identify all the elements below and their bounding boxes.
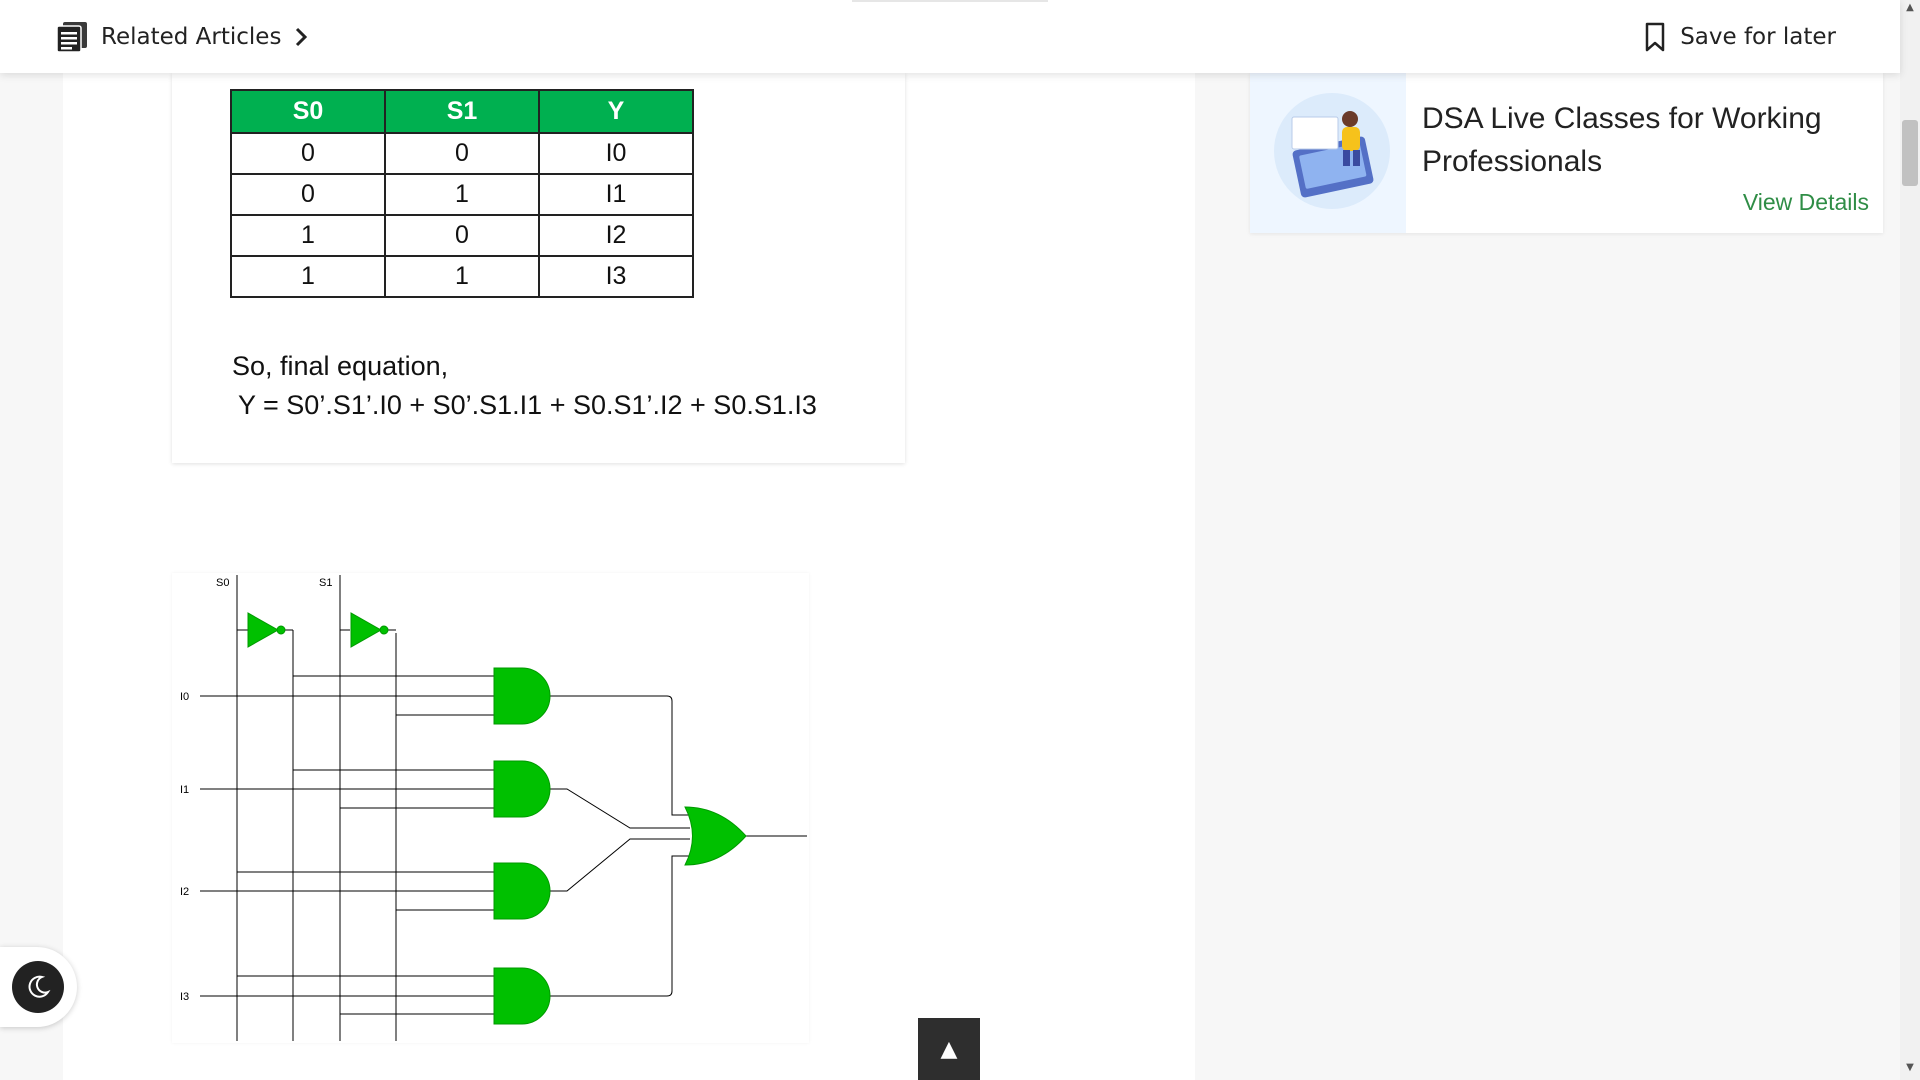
truth-table-image: S0 S1 Y 0 0 I0 0 1 I1 1 0 I2 1 1 I3 So, … [172, 73, 905, 463]
mux-circuit-image: S0 S1 I0 I1 I2 I3 [172, 573, 809, 1043]
course-thumbnail [1250, 73, 1406, 233]
table-cell: 0 [384, 214, 540, 257]
table-row: 1 0 I2 [230, 214, 694, 257]
not-gate-s0 [247, 612, 280, 648]
logic-gates [247, 612, 747, 1025]
and-gate-1 [493, 760, 551, 818]
truth-table-header-row: S0 S1 Y [230, 89, 694, 134]
article-top-bar: Related Articles Save for later [0, 0, 1900, 73]
left-gutter [0, 73, 63, 1080]
chevron-right-icon [296, 27, 308, 47]
article-list-icon [56, 22, 87, 53]
save-for-later-label: Save for later [1680, 24, 1836, 50]
or-gate [684, 806, 747, 866]
save-for-later-button[interactable]: Save for later [1644, 17, 1836, 57]
input-label-i2: I2 [180, 886, 189, 898]
scroll-up-arrow-icon[interactable]: ▲ [1903, 2, 1917, 16]
input-label-i1: I1 [180, 784, 189, 796]
table-cell: 0 [384, 132, 540, 175]
table-cell: 1 [230, 255, 386, 298]
table-cell: 0 [230, 132, 386, 175]
table-header-cell: S1 [384, 89, 540, 134]
dark-mode-toggle[interactable] [0, 947, 77, 1027]
equation-formula: Y = S0’.S1’.I0 + S0’.S1.I1 + S0.S1’.I2 +… [238, 390, 817, 420]
related-articles-label: Related Articles [101, 24, 282, 50]
table-row: 0 1 I1 [230, 173, 694, 216]
and-gate-0 [493, 667, 551, 725]
not-gate-s1 [350, 612, 383, 648]
table-cell: I1 [538, 173, 694, 216]
table-cell: I3 [538, 255, 694, 298]
input-label-i0: I0 [180, 691, 189, 703]
and-gate-2 [493, 862, 551, 920]
table-row: 0 0 I0 [230, 132, 694, 175]
related-articles-button[interactable]: Related Articles [55, 17, 309, 57]
teacher-illustration-icon [1274, 93, 1390, 209]
truth-table: S0 S1 Y 0 0 I0 0 1 I1 1 0 I2 1 1 I3 [230, 89, 694, 298]
bookmark-icon [1645, 22, 1665, 52]
and-gate-3 [493, 967, 551, 1025]
mux-circuit-diagram: S0 S1 I0 I1 I2 I3 [180, 575, 807, 1041]
not-gate-bubble [276, 625, 286, 635]
not-gate-bubble [379, 625, 389, 635]
scroll-down-arrow-icon[interactable]: ▼ [1903, 1062, 1917, 1076]
moon-icon [28, 975, 51, 998]
table-cell: I0 [538, 132, 694, 175]
table-header-cell: Y [538, 89, 694, 134]
table-cell: 1 [384, 173, 540, 216]
table-cell: I2 [538, 214, 694, 257]
table-cell: 0 [230, 173, 386, 216]
select-label-s0: S0 [216, 577, 229, 589]
input-label-i3: I3 [180, 991, 189, 1003]
equation-intro: So, final equation, [232, 351, 449, 381]
back-to-top-button[interactable]: ▲ [918, 1018, 980, 1080]
table-cell: 1 [384, 255, 540, 298]
reading-progress-track [852, 0, 1048, 2]
table-header-cell: S0 [230, 89, 386, 134]
table-cell: 1 [230, 214, 386, 257]
scrollbar-thumb[interactable] [1902, 120, 1918, 186]
select-label-s1: S1 [319, 577, 332, 589]
course-promo-card[interactable]: DSA Live Classes for Working Professiona… [1250, 73, 1883, 233]
table-row: 1 1 I3 [230, 255, 694, 298]
view-details-link[interactable]: View Details [1743, 189, 1869, 216]
dark-mode-button[interactable] [12, 961, 64, 1013]
course-title[interactable]: DSA Live Classes for Working Professiona… [1422, 97, 1862, 183]
